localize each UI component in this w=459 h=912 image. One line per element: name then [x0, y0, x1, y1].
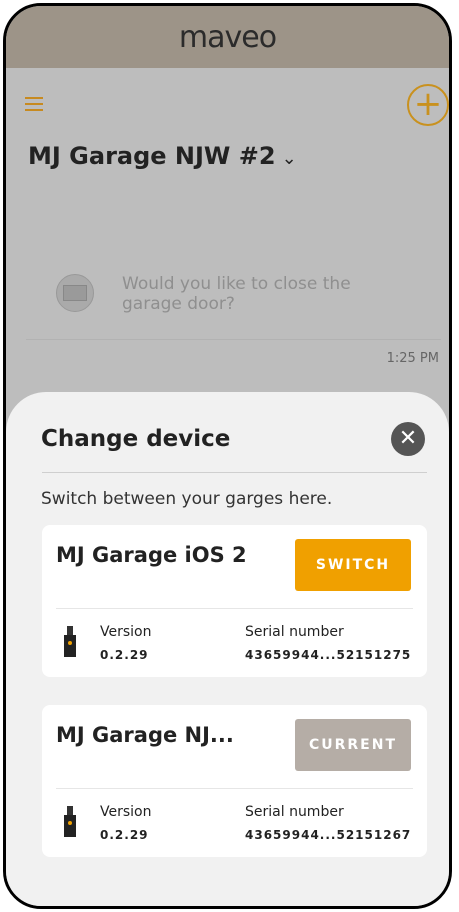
add-device-icon[interactable]: +: [407, 84, 449, 126]
serial-label: Serial number: [245, 804, 344, 820]
close-icon[interactable]: ✕: [391, 422, 425, 456]
version-label: Version: [100, 624, 152, 640]
version-label: Version: [100, 804, 152, 820]
sheet-title: Change device: [41, 426, 231, 452]
garage-title: MJ Garage NJW #2: [28, 142, 276, 170]
device-icon: [64, 806, 76, 837]
change-device-sheet: Change device ✕ Switch between your garg…: [6, 392, 449, 906]
switch-button[interactable]: SWITCH: [295, 539, 411, 591]
version-value: 0.2.29: [100, 828, 149, 842]
garage-selector[interactable]: MJ Garage NJW #2 ⌄: [28, 142, 297, 170]
serial-label: Serial number: [245, 624, 344, 640]
maveo-logo: maveo: [178, 19, 277, 55]
device-icon: [64, 626, 76, 657]
card-divider: [56, 608, 413, 609]
current-button[interactable]: CURRENT: [295, 719, 411, 771]
chat-message: Would you like to close the garage door?: [56, 274, 382, 314]
serial-value: 43659944...52151275: [245, 648, 412, 662]
device-name: MJ Garage iOS 2: [56, 543, 247, 567]
device-name: MJ Garage NJ...: [56, 723, 234, 747]
garage-door-icon: [56, 274, 94, 312]
app-header: maveo: [6, 6, 449, 68]
logo-text: maveo: [178, 19, 277, 55]
message-time: 1:25 PM: [386, 351, 439, 366]
chat-divider: [26, 339, 441, 340]
sheet-subtitle: Switch between your garges here.: [41, 489, 333, 509]
phone-frame: maveo + MJ Garage NJW #2 ⌄ Would you like…: [3, 3, 452, 909]
card-divider: [56, 788, 413, 789]
device-card: MJ Garage NJ... CURRENT Version 0.2.29 S…: [42, 705, 427, 857]
chat-message-text: Would you like to close the garage door?: [122, 274, 351, 314]
device-card: MJ Garage iOS 2 SWITCH Version 0.2.29 Se…: [42, 525, 427, 677]
hamburger-menu-icon[interactable]: [25, 97, 43, 111]
serial-value: 43659944...52151267: [245, 828, 412, 842]
divider: [42, 472, 427, 473]
version-value: 0.2.29: [100, 648, 149, 662]
chevron-down-icon: ⌄: [281, 148, 297, 169]
